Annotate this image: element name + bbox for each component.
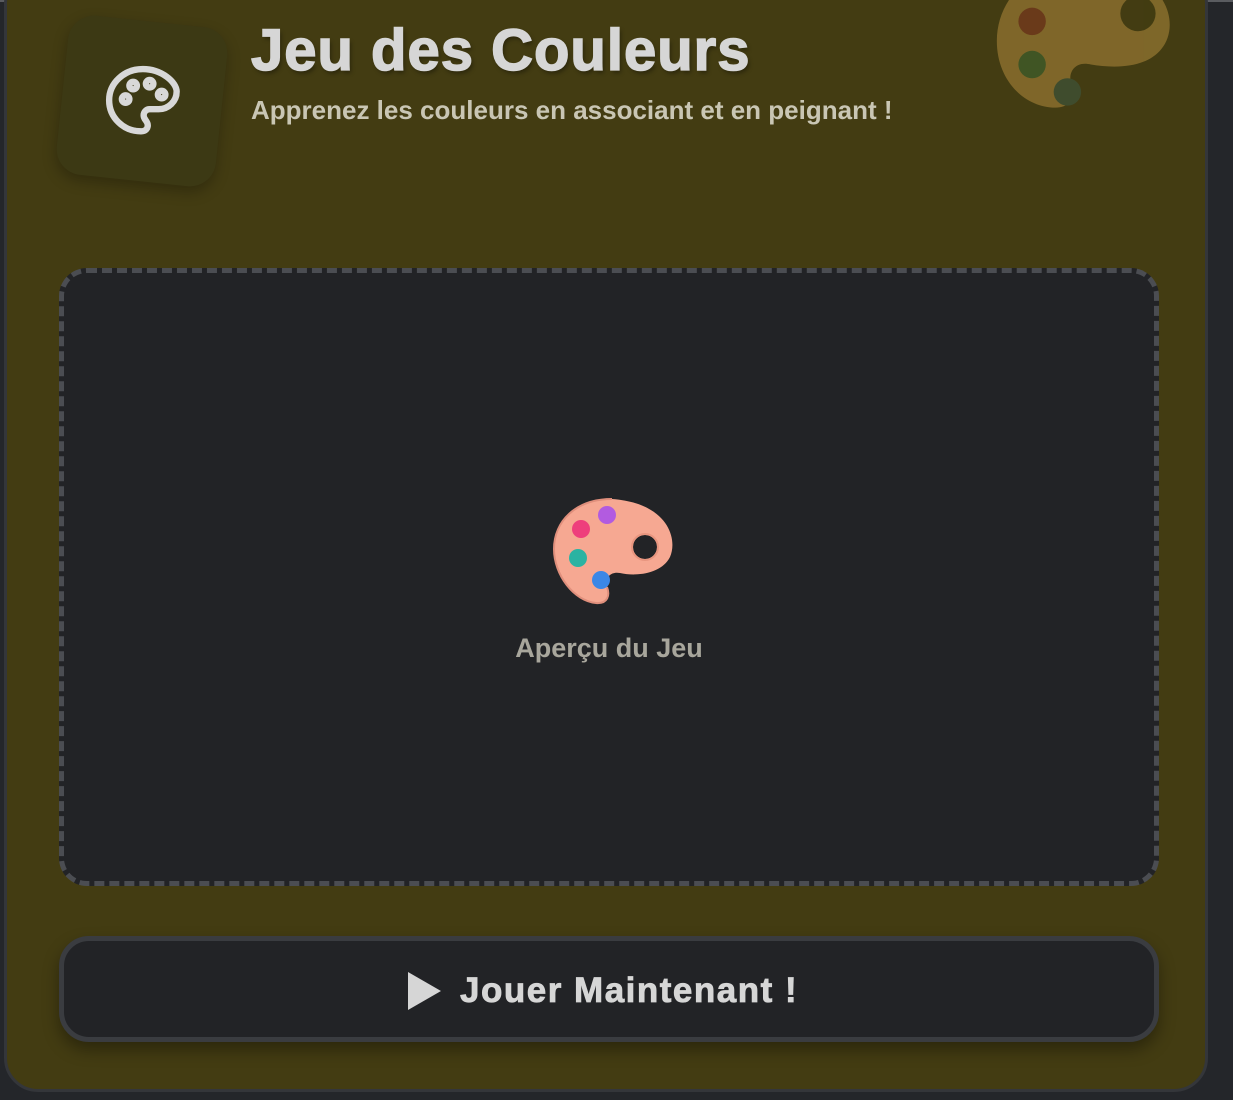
game-preview-area: Aperçu du Jeu (59, 268, 1159, 886)
palette-emoji-icon (552, 498, 673, 605)
play-now-button[interactable]: Jouer Maintenant ! (59, 936, 1159, 1042)
header-icon-tile (54, 13, 230, 189)
game-card: Jeu des Couleurs Apprenez les couleurs e… (4, 0, 1208, 1092)
palette-icon (996, 0, 1170, 108)
palette-outline-icon (105, 65, 180, 135)
play-now-label: Jouer Maintenant ! (460, 971, 799, 1011)
page-subtitle: Apprenez les couleurs en associant et en… (251, 95, 893, 125)
preview-label: Aperçu du Jeu (515, 633, 703, 663)
play-icon (408, 972, 441, 1010)
page-title: Jeu des Couleurs (250, 17, 751, 84)
